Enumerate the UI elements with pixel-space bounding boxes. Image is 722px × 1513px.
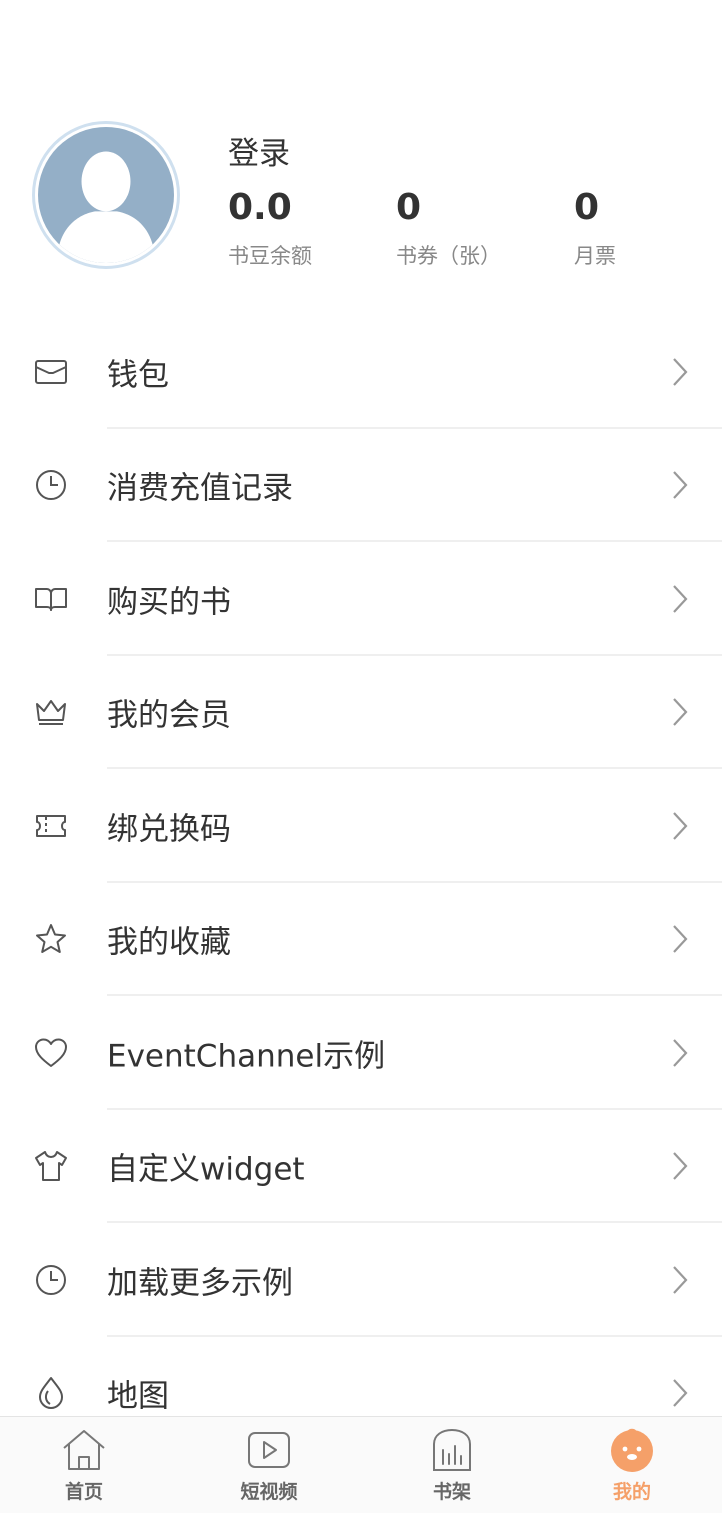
menu-item-label: 自定义widget [107,1151,305,1188]
menu-item-label: 绑兑换码 [107,811,231,848]
menu-item-eventchannel-example[interactable]: EventChannel示例 [0,996,722,1110]
ticket-icon [33,808,69,844]
tab-bookshelf[interactable]: 书架 [392,1417,512,1513]
tab-mine[interactable]: 我的 [572,1417,692,1513]
menu-item-redeem-code[interactable]: 绑兑换码 [0,769,722,883]
clock-icon [33,467,69,503]
menu-item-label: 消费充值记录 [107,470,293,507]
chevron-right-icon [668,356,692,388]
menu-item-label: 钱包 [107,357,169,394]
chevron-right-icon [668,810,692,842]
clock-icon [33,1262,69,1298]
chevron-right-icon [668,469,692,501]
chevron-right-icon [668,1150,692,1182]
menu-item-favorites[interactable]: 我的收藏 [0,883,722,996]
menu-item-label: 购买的书 [107,584,231,621]
tab-label: 首页 [64,1481,103,1503]
stat-monthly-tickets[interactable]: 0 月票 [574,186,616,270]
menu-item-label: 我的会员 [107,697,231,734]
chevron-right-icon [668,1264,692,1296]
chevron-right-icon [668,923,692,955]
avatar[interactable] [32,121,180,269]
menu-item-label: 我的收藏 [107,924,231,961]
chevron-right-icon [668,1377,692,1409]
star-icon [33,921,69,957]
stat-label: 书券（张） [396,244,501,268]
stat-book-beans[interactable]: 0.0 书豆余额 [228,186,312,270]
menu-item-load-more-example[interactable]: 加载更多示例 [0,1223,722,1337]
menu-item-custom-widget[interactable]: 自定义widget [0,1110,722,1223]
video-icon [245,1426,293,1474]
mine-icon [608,1426,656,1474]
bookshelf-icon [428,1426,476,1474]
stat-value: 0 [396,187,422,228]
tshirt-icon [33,1148,69,1184]
login-link[interactable]: 登录 [228,128,290,173]
crown-icon [33,694,69,730]
stat-value: 0.0 [228,187,292,228]
chevron-right-icon [668,583,692,615]
menu-item-label: EventChannel示例 [107,1038,386,1075]
default-avatar-icon [38,127,174,263]
chevron-right-icon [668,1037,692,1069]
stat-label: 书豆余额 [228,244,312,268]
location-icon [33,1375,69,1411]
chevron-right-icon [668,696,692,728]
menu-item-records[interactable]: 消费充值记录 [0,429,722,542]
menu-item-purchased-books[interactable]: 购买的书 [0,542,722,656]
wallet-icon [33,354,69,390]
menu-list: 钱包 消费充值记录 购买的书 我的会员 绑兑换码 我的收藏 EventChann… [0,315,722,1450]
bottom-tab-bar: 首页 短视频 书架 我的 [0,1416,722,1513]
heart-icon [33,1035,69,1071]
stat-value: 0 [574,187,600,228]
home-icon [60,1426,108,1474]
stat-book-coupons[interactable]: 0 书券（张） [396,186,501,270]
stat-label: 月票 [574,244,616,268]
book-icon [33,581,69,617]
menu-item-label: 加载更多示例 [107,1265,293,1302]
tab-label: 短视频 [240,1481,298,1503]
tab-label: 书架 [432,1481,471,1503]
tab-short-video[interactable]: 短视频 [209,1417,329,1513]
tab-home[interactable]: 首页 [24,1417,144,1513]
tab-label: 我的 [612,1481,651,1503]
menu-item-label: 地图 [107,1378,169,1415]
menu-item-wallet[interactable]: 钱包 [0,315,722,429]
profile-header: 登录 0.0 书豆余额 0 书券（张） 0 月票 [0,0,722,300]
menu-item-membership[interactable]: 我的会员 [0,656,722,769]
